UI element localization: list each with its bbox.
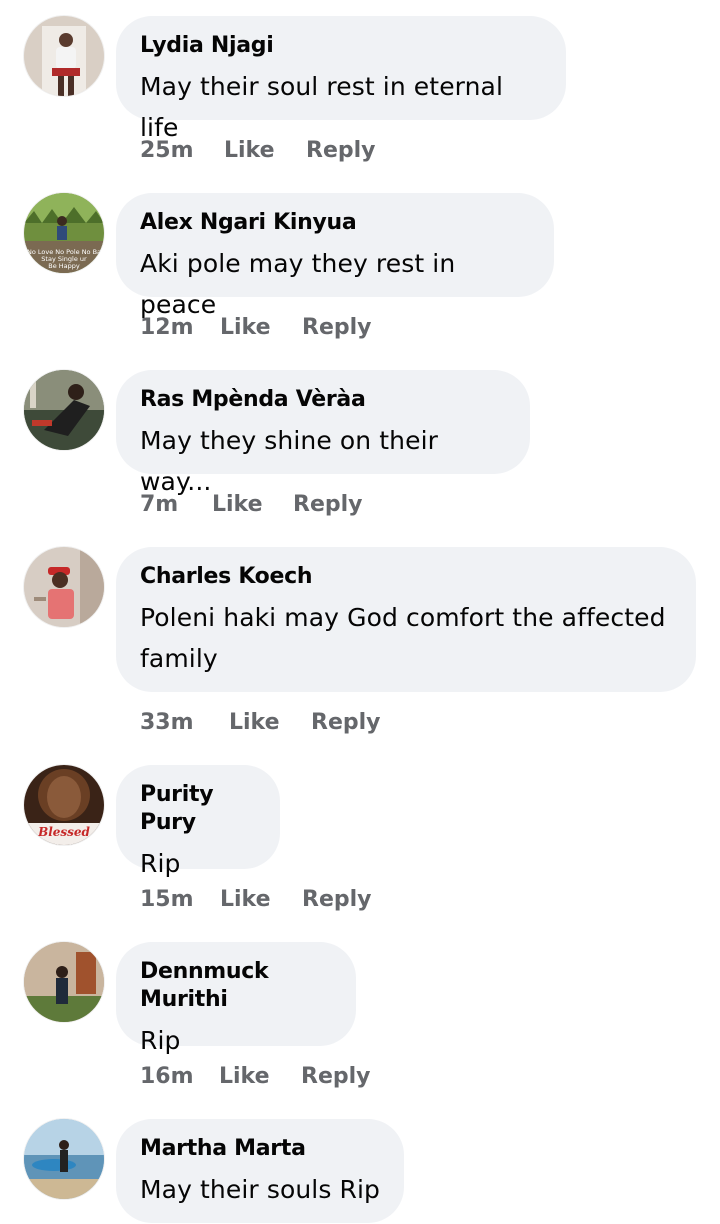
avatar[interactable] bbox=[24, 16, 104, 96]
reply-button[interactable]: Reply bbox=[301, 1063, 371, 1091]
comment-text-line: family bbox=[140, 644, 218, 673]
like-button[interactable]: Like bbox=[220, 314, 302, 342]
reply-button[interactable]: Reply bbox=[302, 314, 372, 342]
like-button[interactable]: Like bbox=[212, 491, 293, 519]
comment-time[interactable]: 16m bbox=[140, 1063, 219, 1091]
avatar-photo bbox=[24, 942, 104, 1022]
reply-button[interactable]: Reply bbox=[302, 886, 372, 914]
comment-bubble: Ras Mpènda Vèràa May they shine on their… bbox=[116, 370, 530, 496]
comment-author[interactable]: Ras Mpènda Vèràa bbox=[140, 370, 506, 414]
avatar-photo: No Love No Pole No Ba Stay Single ur Be … bbox=[24, 193, 104, 273]
avatar-photo bbox=[24, 547, 104, 627]
comment-author[interactable]: Charles Koech bbox=[140, 547, 672, 591]
comment-bubble: Dennmuck Murithi Rip bbox=[116, 942, 356, 1055]
comment-actions: 12m Like Reply bbox=[140, 314, 372, 342]
comment-time[interactable]: 25m bbox=[140, 137, 224, 165]
comment-bubble: Martha Marta May their souls Rip bbox=[116, 1119, 404, 1223]
like-button[interactable]: Like bbox=[224, 137, 306, 165]
comment-author[interactable]: Lydia Njagi bbox=[140, 16, 542, 60]
avatar-photo bbox=[24, 370, 104, 450]
comment-time[interactable]: 15m bbox=[140, 886, 220, 914]
avatar[interactable] bbox=[24, 1119, 104, 1199]
comment-actions: 25m Like Reply bbox=[140, 137, 376, 165]
svg-text:Be Happy: Be Happy bbox=[48, 262, 80, 270]
avatar-photo bbox=[24, 16, 104, 96]
comment-text: Poleni haki may God comfort the affected… bbox=[140, 591, 672, 693]
comment-author[interactable]: Dennmuck Murithi bbox=[140, 942, 332, 1014]
comment-author[interactable]: Martha Marta bbox=[140, 1119, 380, 1163]
comment-bubble: Lydia Njagi May their soul rest in etern… bbox=[116, 16, 566, 142]
avatar-caption: Blessed bbox=[37, 825, 90, 839]
comment-text: May their souls Rip bbox=[140, 1175, 380, 1204]
avatar[interactable]: No Love No Pole No Ba Stay Single ur Be … bbox=[24, 193, 104, 273]
comment-time[interactable]: 12m bbox=[140, 314, 220, 342]
comment-actions: 15m Like Reply bbox=[140, 886, 372, 914]
avatar[interactable] bbox=[24, 942, 104, 1022]
comment-actions: 7m Like Reply bbox=[140, 491, 363, 519]
like-button[interactable]: Like bbox=[220, 886, 302, 914]
avatar-photo: Blessed bbox=[24, 765, 104, 845]
avatar[interactable]: Blessed bbox=[24, 765, 104, 845]
comment-bubble: Charles Koech Poleni haki may God comfor… bbox=[116, 547, 696, 692]
comment-author[interactable]: Purity Pury bbox=[140, 765, 256, 837]
comment-actions: 33m Like Reply bbox=[140, 709, 381, 737]
like-button[interactable]: Like bbox=[219, 1063, 301, 1091]
reply-button[interactable]: Reply bbox=[293, 491, 363, 519]
avatar-photo bbox=[24, 1119, 104, 1199]
avatar[interactable] bbox=[24, 370, 104, 450]
comment-bubble: Purity Pury Rip bbox=[116, 765, 280, 878]
comment-text-line: Poleni haki may God comfort the affected bbox=[140, 603, 666, 632]
comment-actions: 16m Like Reply bbox=[140, 1063, 371, 1091]
reply-button[interactable]: Reply bbox=[311, 709, 381, 737]
avatar[interactable] bbox=[24, 547, 104, 627]
comment-time[interactable]: 7m bbox=[140, 491, 212, 519]
like-button[interactable]: Like bbox=[229, 709, 311, 737]
reply-button[interactable]: Reply bbox=[306, 137, 376, 165]
comment-bubble: Alex Ngari Kinyua Aki pole may they rest… bbox=[116, 193, 554, 319]
comment-time[interactable]: 33m bbox=[140, 709, 229, 737]
comment-author[interactable]: Alex Ngari Kinyua bbox=[140, 193, 530, 237]
